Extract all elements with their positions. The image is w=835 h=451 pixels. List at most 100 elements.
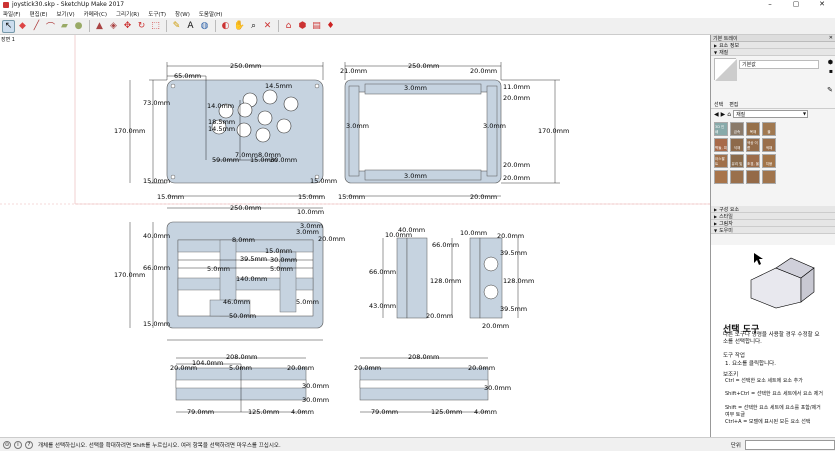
eraser-tool-icon[interactable]: ◆ [16,20,29,33]
dim-label: 5.0mm [270,265,293,273]
send-to-layout-icon[interactable]: ▤ [310,20,323,33]
tab-select[interactable]: 선택 [714,101,723,108]
dim-label: 3.0mm [300,222,323,230]
maximize-button[interactable]: ▢ [783,0,809,9]
push-pull-tool-icon[interactable]: ▲ [93,20,106,33]
dim-label: 39.5mm [500,249,527,257]
menu-file[interactable]: 파일(F) [3,10,21,18]
dim-label: 43.0mm [369,302,396,310]
geo-location-icon[interactable]: ⊙ [3,440,11,449]
material-item[interactable]: 목재 [746,122,760,136]
zoom-extents-icon[interactable]: ✕ [261,20,274,33]
panel-entity-info[interactable]: ▶ 요소 정보 [711,42,835,49]
tray-title: 기본 트레이 [713,35,738,42]
credits-icon[interactable]: i [14,440,22,449]
move-tool-icon[interactable]: ✥ [121,20,134,33]
line-tool-icon[interactable]: ╱ [30,20,43,33]
dim-label: 66.0mm [432,241,459,249]
material-item[interactable]: 유리 및 [730,154,744,168]
dim-label: 66.0mm [369,268,396,276]
forward-icon[interactable]: ▶ [721,111,726,118]
panel-instructor[interactable]: ▼ 도우미 [711,227,835,234]
dim-label: 30.0mm [302,382,329,390]
scale-tool-icon[interactable]: ⬚ [149,20,162,33]
menu-view[interactable]: 보기(V) [56,10,74,18]
offset-tool-icon[interactable]: ◈ [107,20,120,33]
panel-materials[interactable]: ▼ 재질 [711,49,835,56]
model-drawing[interactable]: 250.0mm 65.0mm 73.0mm 170.0mm 14.5mm 14.… [0,35,711,437]
menu-window[interactable]: 창(W) [175,10,190,18]
pan-icon[interactable]: ✋ [233,20,246,33]
default-material-icon[interactable]: ▪ [829,68,833,75]
paint-bucket-icon[interactable]: ◍ [198,20,211,33]
material-item[interactable]: 조경, 울 [746,154,760,168]
expand-icon: ▶ [714,220,718,226]
menu-edit[interactable]: 편집(E) [30,10,48,18]
menu-tools[interactable]: 도구(T) [148,10,166,18]
status-message: 개체를 선택하십시오. 선택을 확대하려면 Shift를 누르십시오. 여러 항… [38,442,281,449]
material-item[interactable]: 금속 [730,122,744,136]
dim-label: 20.0mm [170,364,197,372]
home-icon[interactable]: ⌂ [727,111,731,118]
menu-draw[interactable]: 그리기(R) [116,10,139,18]
dim-label: 20.0mm [497,232,524,240]
extension-warehouse-icon[interactable]: ⬢ [296,20,309,33]
material-name-field[interactable]: 기본값 [739,60,819,69]
material-item[interactable] [746,170,760,184]
tape-measure-icon[interactable]: ✎ [170,20,183,33]
material-item[interactable]: 아스팔트 [714,154,728,168]
material-item[interactable] [762,170,776,184]
orbit-icon[interactable]: ◐ [219,20,232,33]
drawing-viewport[interactable]: 장면 1 250.0mm 65.0mm 73.0mm 170.0mm 14.5m… [0,35,711,437]
dim-label: 46.0mm [223,298,250,306]
side-panels-view: 10.0mm 40.0mm 10.0mm 20.0mm 66.0mm 43.0m… [369,226,534,330]
3d-warehouse-icon[interactable]: ⌂ [282,20,295,33]
material-item[interactable]: 석재 [730,138,744,152]
material-library-dropdown[interactable]: 재질 ▼ [733,110,809,118]
dim-label: 20.0mm [503,94,530,102]
sample-paint-icon[interactable]: ✎ [827,86,833,94]
dim-label: 15.0mm [310,177,337,185]
material-item[interactable]: 색상 이름 [746,138,760,152]
dim-label: 79.0mm [371,408,398,416]
close-button[interactable]: ✕ [809,0,835,9]
arc-tool-icon[interactable]: ⌒ [44,20,57,33]
zoom-icon[interactable]: ⌕ [247,20,260,33]
create-material-icon[interactable]: ⬢ [828,59,833,66]
minimize-button[interactable]: – [757,0,783,9]
dim-label: 20.0mm [287,364,314,372]
material-item[interactable]: 색채 [762,138,776,152]
help-icon[interactable]: ? [25,440,33,449]
material-item[interactable] [714,170,728,184]
circle-tool-icon[interactable]: ● [72,20,85,33]
rotate-tool-icon[interactable]: ↻ [135,20,148,33]
help-mod-3: Shift = 선택한 요소 세트에 요소를 포함/제거 여부 토글 [725,405,821,418]
menu-help[interactable]: 도움말(H) [199,10,223,18]
dim-label: 20.0mm [470,67,497,75]
back-icon[interactable]: ◀ [714,111,719,118]
tray-close-icon[interactable]: ✕ [829,35,833,41]
material-item[interactable]: 지붕 [762,154,776,168]
bottom-right-view: 208.0mm 20.0mm 20.0mm 30.0mm 79.0mm 125.… [354,353,511,416]
material-item[interactable]: 블 [762,122,776,136]
dim-label: 20.0mm [503,174,530,182]
material-item[interactable]: 3D 인쇄 [714,122,728,136]
shape-tool-icon[interactable]: ▰ [58,20,71,33]
select-tool-icon[interactable]: ↖ [2,19,15,33]
material-item[interactable]: 벽돌, 피 [714,138,728,152]
menu-camera[interactable]: 카메라(C) [84,10,107,18]
dim-label: 5.0mm [229,364,252,372]
tab-edit[interactable]: 편집 [729,101,738,108]
measurements-box[interactable] [745,439,835,450]
ruby-icon[interactable]: ♦ [324,20,337,33]
tray-header: 기본 트레이 ✕ [711,35,835,42]
text-tool-icon[interactable]: A [184,20,197,33]
dim-label: 250.0mm [230,62,261,70]
dim-label: 125.0mm [431,408,462,416]
material-item[interactable] [730,170,744,184]
bottom-left-view: 208.0mm 104.0mm 20.0mm 5.0mm 20.0mm 30.0… [170,353,329,416]
dim-label: 4.0mm [474,408,497,416]
dim-label: 3.0mm [404,84,427,92]
top-plate-view: 250.0mm 65.0mm 73.0mm 170.0mm 14.5mm 14.… [114,62,337,201]
dim-label: 30.0mm [302,396,329,404]
